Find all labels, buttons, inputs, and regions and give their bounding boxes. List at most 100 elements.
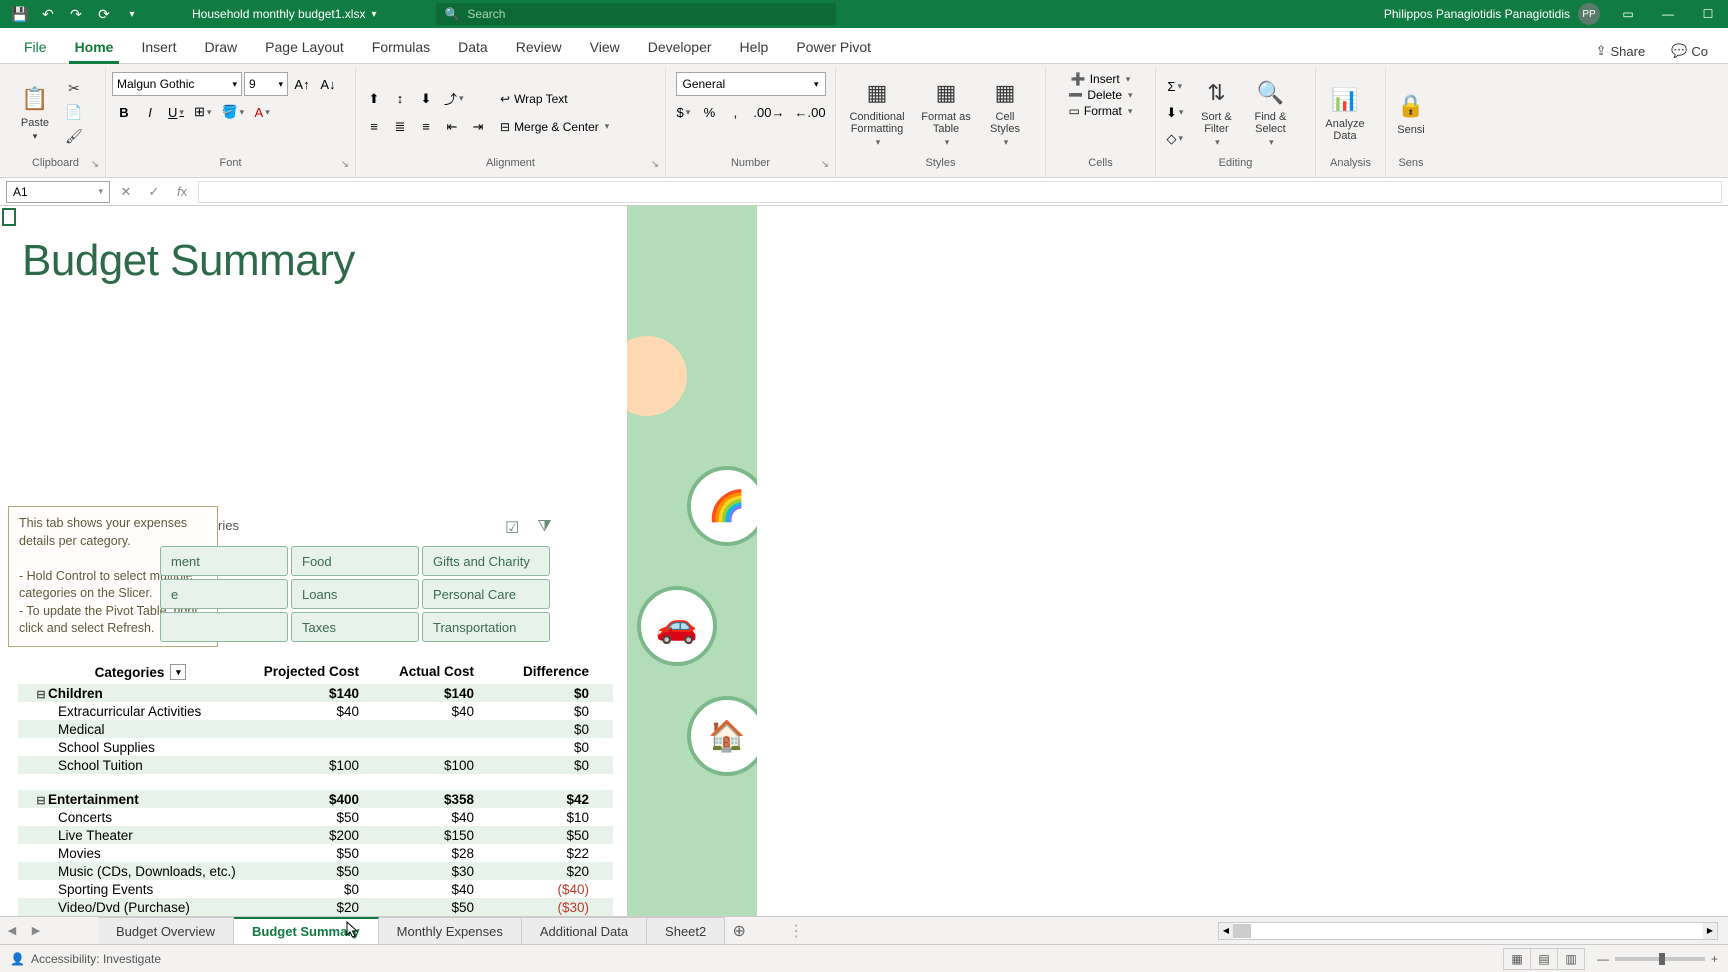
decrease-font-icon[interactable]: A↓ xyxy=(316,72,340,96)
italic-button[interactable]: I xyxy=(138,100,162,124)
cancel-formula-icon[interactable]: ✕ xyxy=(114,181,138,203)
tab-insert[interactable]: Insert xyxy=(127,31,190,63)
tab-formulas[interactable]: Formulas xyxy=(358,31,444,63)
tab-file[interactable]: File xyxy=(10,31,61,63)
sheet-tab[interactable]: Budget Summary xyxy=(234,917,379,944)
page-layout-view-icon[interactable]: ▤ xyxy=(1530,948,1558,970)
pivot-row[interactable]: Music (CDs, Downloads, etc.)$50$30$20 xyxy=(18,862,613,880)
copy-icon[interactable]: 📄 xyxy=(62,102,86,124)
fx-icon[interactable]: fx xyxy=(170,181,194,203)
align-top-icon[interactable]: ⬆ xyxy=(362,87,386,111)
pivot-row[interactable]: Sporting Events$0$40($40) xyxy=(18,880,613,898)
slicer-btn-5[interactable]: Personal Care xyxy=(422,579,550,609)
scroll-left-icon[interactable]: ◀ xyxy=(1219,923,1233,939)
tab-draw[interactable]: Draw xyxy=(190,31,251,63)
format-cells-button[interactable]: ▭Format xyxy=(1069,104,1133,118)
slicer-btn-3[interactable]: e xyxy=(160,579,288,609)
increase-decimal-icon[interactable]: .00→ xyxy=(749,100,788,124)
clear-icon[interactable]: ◇ xyxy=(1162,127,1187,151)
clipboard-launcher-icon[interactable]: ↘ xyxy=(91,159,99,170)
find-select-button[interactable]: 🔍Find & Select xyxy=(1245,77,1295,148)
orientation-icon[interactable]: ⤴ xyxy=(440,87,468,111)
border-button[interactable]: ⊞ xyxy=(190,100,215,124)
accounting-format-icon[interactable]: $ xyxy=(671,100,695,124)
bold-button[interactable]: B xyxy=(112,100,136,124)
conditional-formatting-button[interactable]: ▦Conditional Formatting xyxy=(842,77,912,148)
scroll-thumb[interactable] xyxy=(1233,924,1251,938)
tab-help[interactable]: Help xyxy=(726,31,783,63)
sheet-tab[interactable]: Monthly Expenses xyxy=(379,917,522,944)
tab-view[interactable]: View xyxy=(576,31,634,63)
fill-color-button[interactable]: 🪣 xyxy=(217,100,248,124)
align-middle-icon[interactable]: ↕ xyxy=(388,87,412,111)
font-launcher-icon[interactable]: ↘ xyxy=(341,159,349,170)
pivot-row[interactable]: Medical$0 xyxy=(18,720,613,738)
pivot-group[interactable]: ⊟Entertainment$400$358$42 xyxy=(18,790,613,808)
font-name-select[interactable]: Malgun Gothic▾ xyxy=(112,72,242,96)
save-icon[interactable]: 💾 xyxy=(8,2,32,26)
pivot-row[interactable]: Extracurricular Activities$40$40$0 xyxy=(18,702,613,720)
align-right-icon[interactable]: ≡ xyxy=(414,115,438,139)
number-format-select[interactable]: General▾ xyxy=(676,72,826,96)
maximize-icon[interactable]: ☐ xyxy=(1688,0,1728,28)
pivot-row[interactable]: Video/Dvd (Purchase)$20$50($30) xyxy=(18,898,613,916)
sensitivity-button[interactable]: 🔒Sensi xyxy=(1392,90,1430,136)
add-sheet-icon[interactable]: ⊕ xyxy=(725,921,753,941)
percent-format-icon[interactable]: % xyxy=(697,100,721,124)
redo-icon[interactable]: ↷ xyxy=(64,2,88,26)
decrease-indent-icon[interactable]: ⇤ xyxy=(440,115,464,139)
delete-cells-button[interactable]: ➖Delete xyxy=(1068,88,1132,102)
tab-page-layout[interactable]: Page Layout xyxy=(251,31,358,63)
clear-filter-icon[interactable]: ⧩ xyxy=(537,518,551,538)
accessibility-status[interactable]: Accessibility: Investigate xyxy=(31,952,161,966)
qat-more-icon[interactable]: ▾ xyxy=(120,2,144,26)
zoom-out-icon[interactable]: — xyxy=(1597,952,1609,966)
tab-split-icon[interactable]: ⋮ xyxy=(793,917,799,944)
align-bottom-icon[interactable]: ⬇ xyxy=(414,87,438,111)
slicer-btn-8[interactable]: Transportation xyxy=(422,612,550,642)
number-launcher-icon[interactable]: ↘ xyxy=(821,159,829,170)
analyze-data-button[interactable]: 📊Analyze Data xyxy=(1322,84,1368,142)
sheet-tab[interactable]: Additional Data xyxy=(522,917,647,944)
pivot-group[interactable]: ⊟Children$140$140$0 xyxy=(18,684,613,702)
autosum-icon[interactable]: Σ xyxy=(1162,75,1187,99)
sort-filter-button[interactable]: ⇅Sort & Filter xyxy=(1191,77,1241,148)
underline-button[interactable]: U xyxy=(164,100,188,124)
tab-developer[interactable]: Developer xyxy=(634,31,726,63)
autosave-icon[interactable]: ⟳ xyxy=(92,2,116,26)
tab-prev-icon[interactable]: ◀ xyxy=(0,919,24,943)
worksheet[interactable]: Budget Summary This tab shows your expen… xyxy=(0,206,1728,916)
enter-formula-icon[interactable]: ✓ xyxy=(142,181,166,203)
tab-data[interactable]: Data xyxy=(444,31,502,63)
scroll-right-icon[interactable]: ▶ xyxy=(1703,923,1717,939)
name-box[interactable]: A1▾ xyxy=(6,181,110,203)
tab-review[interactable]: Review xyxy=(502,31,576,63)
tab-home[interactable]: Home xyxy=(61,31,128,63)
search-box[interactable]: 🔍 Search xyxy=(436,3,836,25)
slicer-btn-1[interactable]: Food xyxy=(291,546,419,576)
slicer-btn-4[interactable]: Loans xyxy=(291,579,419,609)
increase-indent-icon[interactable]: ⇥ xyxy=(466,115,490,139)
comma-format-icon[interactable]: , xyxy=(723,100,747,124)
comments-button[interactable]: 💬Co xyxy=(1661,39,1718,63)
decrease-decimal-icon[interactable]: ←.00 xyxy=(791,100,830,124)
pivot-row[interactable]: Movies$50$28$22 xyxy=(18,844,613,862)
pivot-row[interactable]: School Tuition$100$100$0 xyxy=(18,756,613,774)
pivot-row[interactable]: School Supplies$0 xyxy=(18,738,613,756)
file-name[interactable]: Household monthly budget1.xlsx▾ xyxy=(192,7,376,21)
pivot-row[interactable]: Concerts$50$40$10 xyxy=(18,808,613,826)
user-account[interactable]: Philippos Panagiotidis Panagiotidis PP xyxy=(1376,3,1608,25)
insert-cells-button[interactable]: ➕Insert xyxy=(1071,72,1131,86)
paste-button[interactable]: 📋 Paste ▾ xyxy=(12,83,58,142)
multiselect-icon[interactable]: ☑ xyxy=(505,518,519,538)
increase-font-icon[interactable]: A↑ xyxy=(290,72,314,96)
normal-view-icon[interactable]: ▦ xyxy=(1503,948,1531,970)
ribbon-mode-icon[interactable]: ▭ xyxy=(1608,0,1648,28)
alignment-launcher-icon[interactable]: ↘ xyxy=(651,159,659,170)
toggle-icon[interactable]: ⊟ xyxy=(36,688,46,701)
fill-icon[interactable]: ⬇ xyxy=(1162,101,1187,125)
slicer-btn-2[interactable]: Gifts and Charity xyxy=(422,546,550,576)
merge-center-button[interactable]: ⊟Merge & Center xyxy=(494,115,615,139)
align-left-icon[interactable]: ≡ xyxy=(362,115,386,139)
toggle-icon[interactable]: ⊟ xyxy=(36,794,46,807)
